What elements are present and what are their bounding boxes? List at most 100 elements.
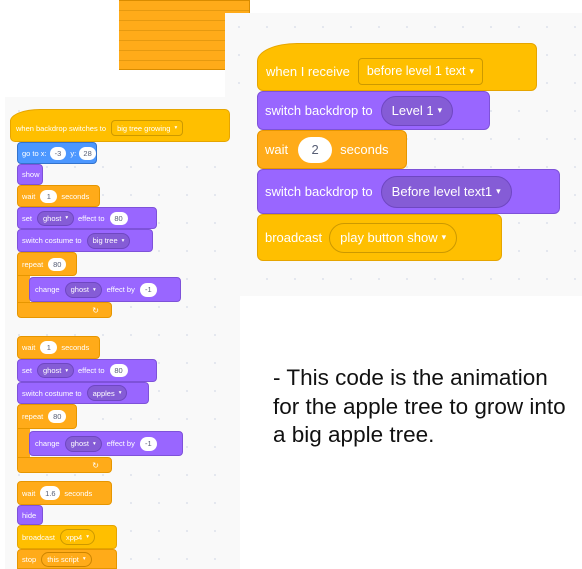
when-backdrop-switches-block[interactable]: when backdrop switches to big tree growi… [10,109,230,142]
when-i-receive-block[interactable]: when I receive before level 1 text ▾ [257,43,537,91]
dropdown-value: this script [47,554,79,564]
dropdown-value: big tree growing [117,123,171,133]
message-dropdown[interactable]: play button show ▾ [329,222,458,253]
dropdown-value: ghost [70,285,89,294]
input-value: 1 [46,343,51,352]
effect-dropdown[interactable]: ghost ▾ [37,363,75,378]
dropdown-arrow-icon: ▾ [174,125,178,131]
dropdown-value: big tree [92,236,118,245]
dropdown-arrow-icon: ▾ [92,440,96,447]
switch-costume-block[interactable]: switch costume to big tree ▾ [17,229,153,252]
switch-backdrop-block[interactable]: switch backdrop to Before level text1 ▾ [257,169,560,214]
repeat-header[interactable]: repeat 80 [17,252,77,276]
effect-dropdown[interactable]: ghost ▾ [64,435,102,452]
effect-dropdown[interactable]: ghost ▾ [37,210,75,226]
change-effect-block[interactable]: change ghost ▾ effect by -1 [29,431,183,456]
block-label: go to x: [22,148,47,158]
right-script-panel: when I receive before level 1 text ▾ swi… [225,13,582,296]
backdrop-dropdown[interactable]: Level 1 ▾ [380,95,454,126]
block-label: switch costume to [22,388,82,398]
block-label: y: [70,148,77,158]
block-label: wait [265,142,289,157]
input-value: 2 [311,142,319,157]
effect-value-input[interactable]: 80 [109,211,128,225]
backdrop-dropdown[interactable]: Before level text1 ▾ [380,175,512,208]
description-note: - This code is the animation for the app… [273,365,566,447]
input-value: -1 [144,285,152,294]
dropdown-arrow-icon: ▾ [118,390,122,396]
input-value: 28 [83,148,92,158]
wait-block[interactable]: wait 1 seconds [17,185,100,207]
dropdown-value: ghost [43,213,62,223]
costume-dropdown[interactable]: apples ▾ [86,385,128,401]
input-value: 80 [53,412,62,421]
dropdown-arrow-icon: ▾ [86,534,89,540]
go-to-xy-block[interactable]: go to x: -3 y: 28 [17,142,97,164]
repeat-footer: ↻ [17,457,112,473]
effect-value-input[interactable]: 80 [109,364,128,377]
block-label: hide [22,510,37,520]
loop-arrow-icon: ↻ [92,305,99,315]
backdrop-dropdown[interactable]: big tree growing ▾ [111,120,184,136]
block-label: effect by [106,285,135,294]
dropdown-value: apples [92,388,115,398]
show-block[interactable]: show [17,164,43,185]
dropdown-arrow-icon: ▾ [437,105,443,115]
block-label: when I receive [266,63,350,79]
input-value: -1 [144,439,152,448]
input-value: 80 [53,259,62,269]
wait-seconds-input[interactable]: 1.6 [40,486,61,500]
block-unit: seconds [340,142,389,157]
input-value: 80 [114,213,123,223]
y-input[interactable]: 28 [79,146,96,160]
broadcast-block[interactable]: broadcast play button show ▾ [257,214,502,261]
block-label: change [35,285,60,294]
change-effect-block[interactable]: change ghost ▾ effect by -1 [29,277,181,302]
loop-arrow-icon: ↻ [92,460,99,470]
set-effect-block[interactable]: set ghost ▾ effect to 80 [17,359,157,382]
wait-block[interactable]: wait 2 seconds [257,130,407,169]
block-unit: seconds [61,191,90,201]
repeat-header[interactable]: repeat 80 [17,404,77,429]
block-label: wait [22,191,36,201]
switch-backdrop-block[interactable]: switch backdrop to Level 1 ▾ [257,91,490,130]
block-label: change [35,439,60,448]
stop-option-dropdown[interactable]: this script ▾ [41,551,92,567]
block-label: stop [22,554,37,564]
block-unit: seconds [61,343,90,352]
effect-change-input[interactable]: -1 [139,282,157,297]
wait-block[interactable]: wait 1.6 seconds [17,481,112,505]
x-input[interactable]: -3 [49,146,67,160]
wait-seconds-input[interactable]: 1 [40,341,58,354]
block-label: switch costume to [22,236,82,245]
wait-seconds-input[interactable]: 1 [40,189,58,203]
broadcast-block[interactable]: broadcast xpp4 ▾ [17,525,117,549]
dropdown-arrow-icon: ▾ [92,286,96,293]
wait-block[interactable]: wait 1 seconds [17,336,100,359]
dropdown-arrow-icon: ▾ [65,367,69,374]
input-value: 80 [114,366,123,375]
repeat-count-input[interactable]: 80 [48,410,67,423]
block-label: effect by [106,439,135,448]
wait-seconds-input[interactable]: 2 [298,136,333,163]
input-value: -3 [54,148,62,158]
block-label: broadcast [22,532,55,542]
dropdown-arrow-icon: ▾ [496,186,501,196]
set-effect-block[interactable]: set ghost ▾ effect to 80 [17,207,157,229]
costume-dropdown[interactable]: big tree ▾ [86,232,131,249]
block-label: when backdrop switches to [16,123,107,133]
block-label: switch backdrop to [265,184,373,199]
dropdown-value: Level 1 [391,103,434,118]
message-dropdown[interactable]: xpp4 ▾ [59,529,95,545]
switch-costume-block[interactable]: switch costume to apples ▾ [17,382,149,404]
input-value: 1.6 [45,488,56,498]
hide-block[interactable]: hide [17,505,43,525]
left-script-panel: when backdrop switches to big tree growi… [5,97,240,569]
effect-dropdown[interactable]: ghost ▾ [64,281,102,298]
dropdown-arrow-icon: ▾ [441,232,447,242]
block-label: effect to [78,213,105,223]
repeat-count-input[interactable]: 80 [48,257,67,271]
stop-block[interactable]: stop this script ▾ [17,549,117,569]
effect-change-input[interactable]: -1 [139,436,157,451]
message-dropdown[interactable]: before level 1 text ▾ [357,57,483,85]
